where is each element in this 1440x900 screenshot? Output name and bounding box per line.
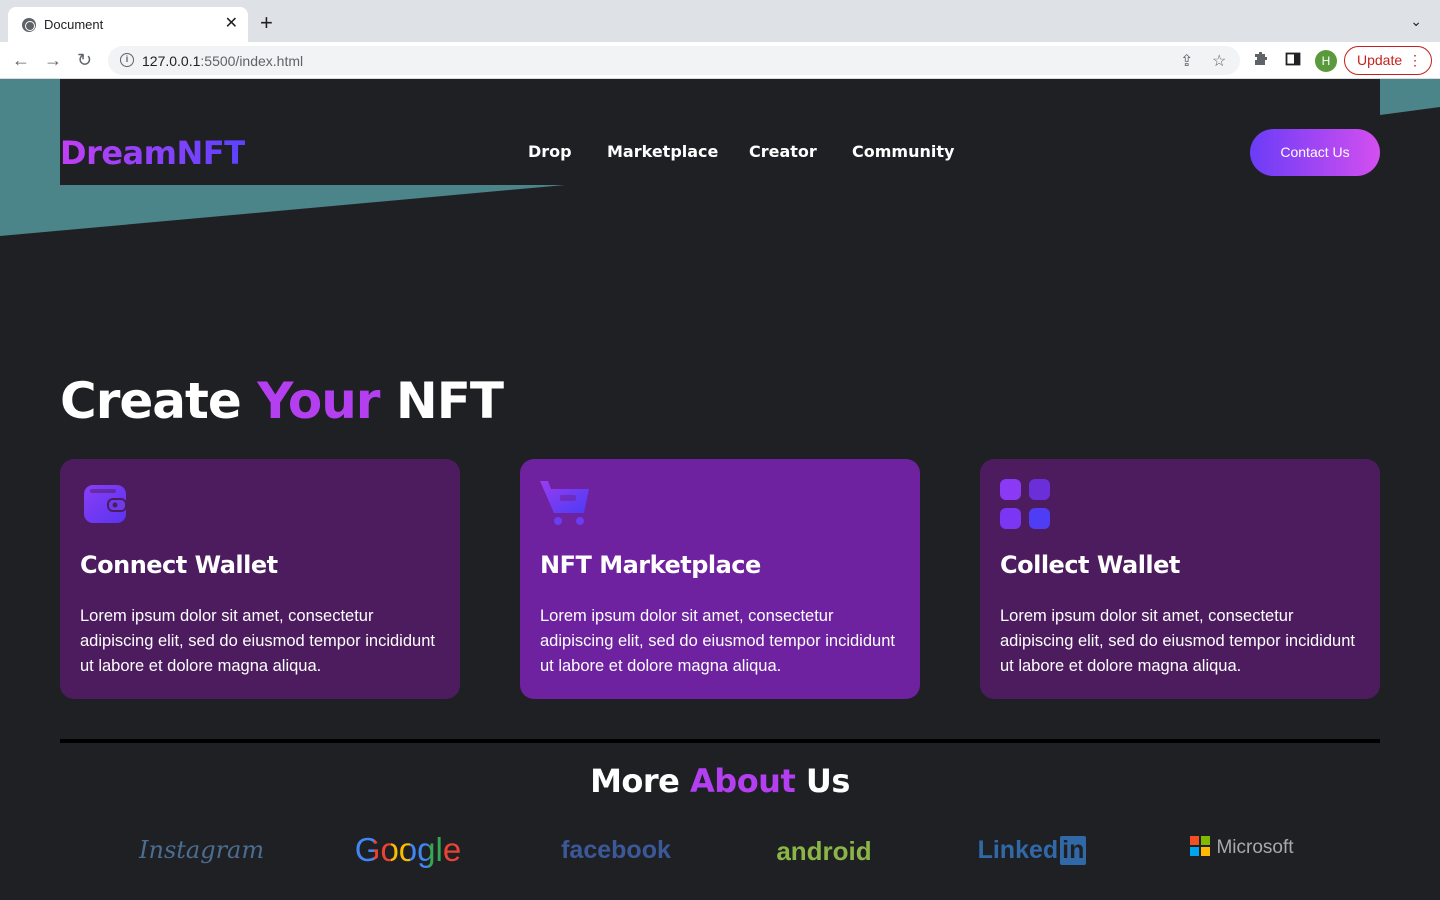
card-title: Connect Wallet [80, 551, 278, 579]
share-icon[interactable]: ⇪ [1180, 51, 1193, 71]
browser-tab[interactable]: Document ✕ [8, 7, 248, 42]
card-title: Collect Wallet [1000, 551, 1180, 579]
globe-icon [22, 18, 36, 32]
section-divider [60, 739, 1380, 743]
nav-marketplace[interactable]: Marketplace [607, 142, 718, 161]
extensions-icon[interactable] [1253, 51, 1269, 72]
menu-icon[interactable]: ⋮ [1408, 47, 1422, 74]
decorative-shape [1380, 79, 1440, 115]
nav-drop[interactable]: Drop [528, 142, 572, 161]
microsoft-logo[interactable]: Microsoft [1180, 836, 1304, 859]
star-icon[interactable]: ☆ [1212, 51, 1226, 71]
tab-search-icon[interactable]: ⌄ [1410, 13, 1422, 30]
hero-title: Create Your NFT [60, 372, 504, 430]
linkedin-logo[interactable]: Linked in [972, 836, 1092, 865]
card-description: Lorem ipsum dolor sit amet, consectetur … [540, 607, 895, 675]
update-button[interactable]: Update ⋮ [1344, 46, 1432, 75]
profile-avatar[interactable]: H [1315, 50, 1337, 72]
wallet-icon [80, 479, 130, 529]
android-logo[interactable]: android [764, 836, 884, 867]
contact-us-button[interactable]: Contact Us [1250, 129, 1380, 176]
browser-toolbar: ← → ↻ i 127.0.0.1:5500/index.html ⇪ ☆ H … [0, 42, 1440, 79]
page-content: DreamNFT Drop Marketplace Creator Commun… [0, 79, 1440, 900]
google-logo[interactable]: Google [348, 831, 468, 869]
site-logo[interactable]: DreamNFT [60, 134, 246, 172]
tab-title: Document [44, 17, 104, 32]
feature-card-connect-wallet[interactable]: Connect Wallet Lorem ipsum dolor sit ame… [60, 459, 460, 699]
facebook-logo[interactable]: facebook [556, 836, 676, 865]
card-title: NFT Marketplace [540, 551, 761, 579]
browser-tab-bar: Document ✕ + ⌄ [0, 0, 1440, 42]
feature-card-collect-wallet[interactable]: Collect Wallet Lorem ipsum dolor sit ame… [980, 459, 1380, 699]
address-bar[interactable]: i 127.0.0.1:5500/index.html ⇪ ☆ [108, 46, 1240, 75]
card-description: Lorem ipsum dolor sit amet, consectetur … [1000, 607, 1355, 675]
reload-icon[interactable]: ↻ [77, 50, 92, 70]
info-icon[interactable]: i [120, 53, 134, 67]
nav-creator[interactable]: Creator [749, 142, 817, 161]
nav-community[interactable]: Community [852, 142, 954, 161]
forward-icon[interactable]: → [44, 50, 62, 70]
cart-icon [540, 479, 590, 529]
side-panel-icon[interactable] [1285, 51, 1301, 72]
back-icon[interactable]: ← [12, 50, 30, 70]
feature-card-nft-marketplace[interactable]: NFT Marketplace Lorem ipsum dolor sit am… [520, 459, 920, 699]
card-description: Lorem ipsum dolor sit amet, consectetur … [80, 607, 435, 675]
instagram-logo[interactable]: Instagram [139, 836, 264, 864]
grid-icon [1000, 479, 1050, 529]
google-wordmark: Google [354, 831, 462, 868]
new-tab-icon[interactable]: + [260, 12, 273, 34]
url-text: 127.0.0.1:5500/index.html [142, 53, 304, 69]
section-title: More About Us [590, 762, 850, 800]
microsoft-squares-icon [1190, 836, 1211, 856]
close-icon[interactable]: ✕ [225, 15, 238, 33]
